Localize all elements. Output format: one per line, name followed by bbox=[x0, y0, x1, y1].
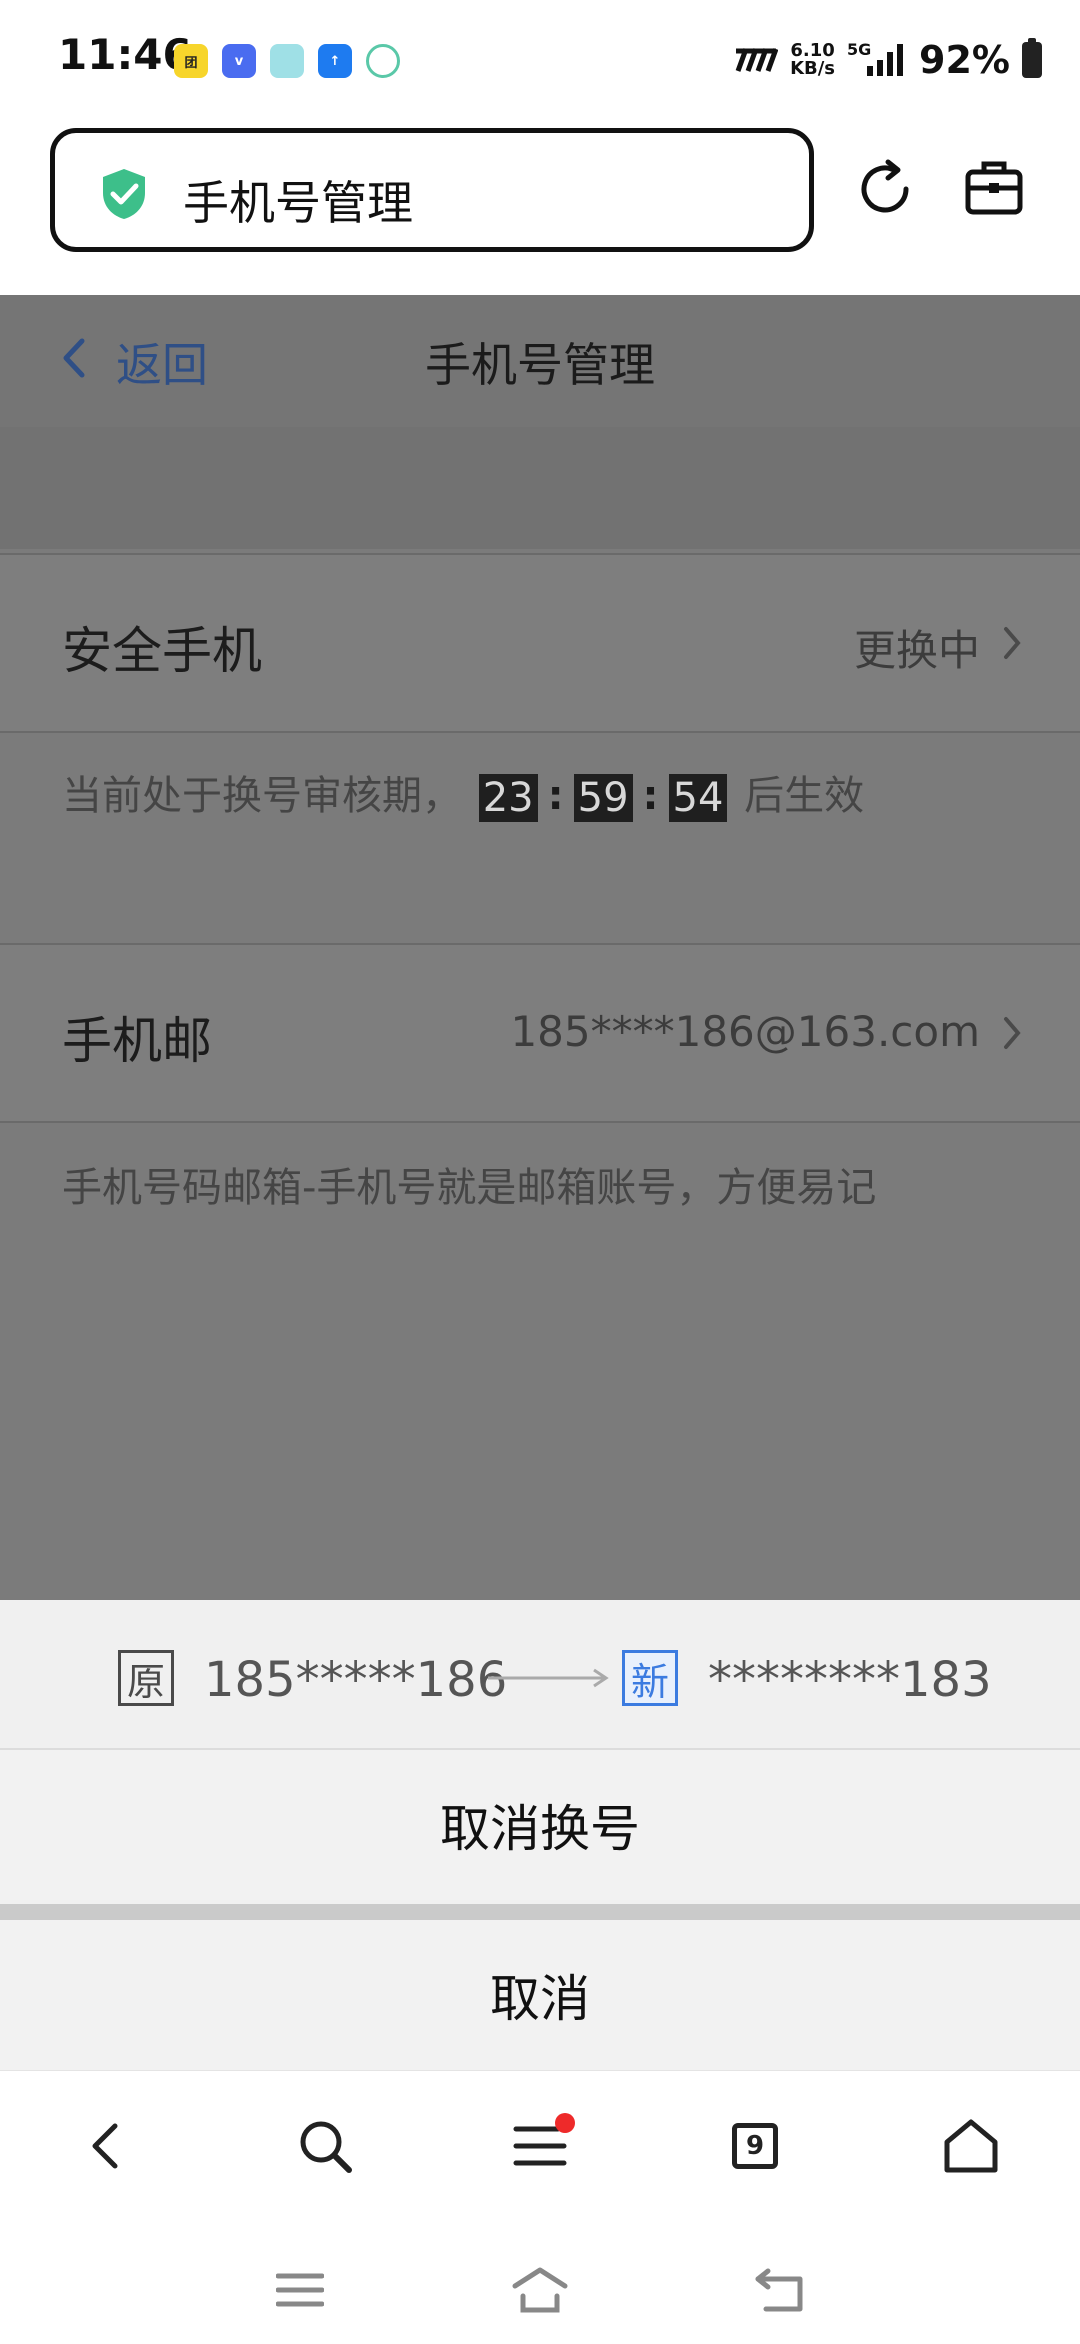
meituan-app-icon: 团 bbox=[174, 44, 208, 78]
system-recents-button[interactable] bbox=[270, 2260, 330, 2320]
number-swap-row: 原 185*****186 新 ********183 bbox=[0, 1600, 1080, 1750]
status-bar: 11:46 团 v ↑ 6.10 KB/s 5G 92% bbox=[0, 0, 1080, 120]
back-arrow-icon bbox=[92, 2123, 118, 2169]
nav-tabs-button[interactable]: 9 bbox=[720, 2111, 790, 2181]
tabs-icon: 9 bbox=[732, 2123, 778, 2169]
arrow-right-icon bbox=[488, 1668, 609, 1688]
shield-check-icon bbox=[103, 169, 145, 219]
upload-app-icon: ↑ bbox=[318, 44, 352, 78]
phone-mail-address: 185****186@163.com bbox=[510, 1007, 980, 1056]
tab-count: 9 bbox=[745, 2131, 765, 2161]
notification-icons: 团 v ↑ bbox=[174, 44, 400, 78]
notification-dot bbox=[555, 2113, 575, 2133]
sheet-divider bbox=[0, 1904, 1080, 1920]
countdown-hours: 23 bbox=[478, 774, 538, 822]
countdown-separator: : bbox=[642, 773, 659, 819]
review-hint-suffix: 后生效 bbox=[744, 773, 865, 819]
chevron-right-icon bbox=[1004, 627, 1021, 659]
hd-signal-icon bbox=[735, 48, 779, 72]
search-icon bbox=[300, 2121, 352, 2173]
home-icon bbox=[944, 2119, 998, 2173]
status-indicators: 6.10 KB/s 5G 92% bbox=[734, 38, 1042, 82]
old-number-tag: 原 bbox=[118, 1650, 174, 1706]
network-speed-unit: KB/s bbox=[790, 58, 836, 79]
countdown-minutes: 59 bbox=[573, 774, 633, 822]
battery-icon bbox=[1022, 38, 1042, 78]
record-app-icon bbox=[366, 44, 400, 78]
battery-percent: 92% bbox=[919, 38, 1010, 82]
page-header: 返回 手机号管理 bbox=[0, 295, 1080, 427]
chevron-right-icon bbox=[1004, 1017, 1021, 1049]
status-time: 11:46 bbox=[58, 30, 192, 79]
security-phone-label: 安全手机 bbox=[62, 622, 262, 680]
cancel-button[interactable]: 取消 bbox=[0, 1920, 1080, 2070]
nav-back-button[interactable] bbox=[70, 2111, 140, 2181]
recents-icon bbox=[276, 2273, 324, 2307]
phone-mail-row[interactable]: 手机邮 185****186@163.com bbox=[0, 943, 1080, 1123]
review-hint-prefix: 当前处于换号审核期， bbox=[62, 773, 462, 819]
cancel-change-number-button[interactable]: 取消换号 bbox=[0, 1750, 1080, 1900]
cellular-signal-icon: 5G bbox=[847, 40, 907, 80]
phone-mail-hint: 手机号码邮箱-手机号就是邮箱账号，方便易记 bbox=[62, 1165, 877, 1211]
nav-menu-button[interactable] bbox=[505, 2111, 575, 2181]
phone-mail-label: 手机邮 bbox=[62, 1012, 212, 1070]
security-phone-row[interactable]: 安全手机 更换中 bbox=[0, 553, 1080, 733]
countdown-seconds: 54 bbox=[668, 774, 728, 822]
browser-bottom-nav: 9 bbox=[0, 2070, 1080, 2221]
security-phone-status: 更换中 bbox=[853, 626, 980, 675]
system-home-button[interactable] bbox=[510, 2260, 570, 2320]
system-navigation-bar bbox=[0, 2220, 1080, 2344]
address-bar[interactable]: 手机号管理 bbox=[50, 128, 814, 252]
reload-icon[interactable] bbox=[856, 158, 916, 220]
nav-home-button[interactable] bbox=[936, 2111, 1006, 2181]
new-number: ********183 bbox=[708, 1652, 992, 1708]
vivo-app-icon: v bbox=[222, 44, 256, 78]
countdown-separator: : bbox=[547, 773, 564, 819]
nav-search-button[interactable] bbox=[290, 2111, 360, 2181]
section-spacer bbox=[0, 427, 1080, 549]
system-home-icon bbox=[512, 2267, 568, 2313]
message-app-icon bbox=[270, 44, 304, 78]
network-speed: 6.10 KB/s bbox=[790, 42, 835, 78]
old-number: 185*****186 bbox=[204, 1652, 508, 1708]
page-title: 手机号管理 bbox=[425, 338, 655, 392]
system-back-icon bbox=[755, 2268, 803, 2312]
review-countdown-hint: 当前处于换号审核期， 23:59:54 后生效 bbox=[62, 763, 864, 822]
system-back-button[interactable] bbox=[750, 2260, 810, 2320]
change-number-sheet: 原 185*****186 新 ********183 取消换号 取消 bbox=[0, 1600, 1080, 2070]
toolbox-icon[interactable] bbox=[964, 158, 1024, 216]
address-bar-title: 手机号管理 bbox=[183, 176, 413, 230]
page-content-dimmed: 返回 手机号管理 安全手机 更换中 当前处于换号审核期， 23:59:54 后生… bbox=[0, 295, 1080, 1600]
new-number-tag: 新 bbox=[622, 1650, 678, 1706]
